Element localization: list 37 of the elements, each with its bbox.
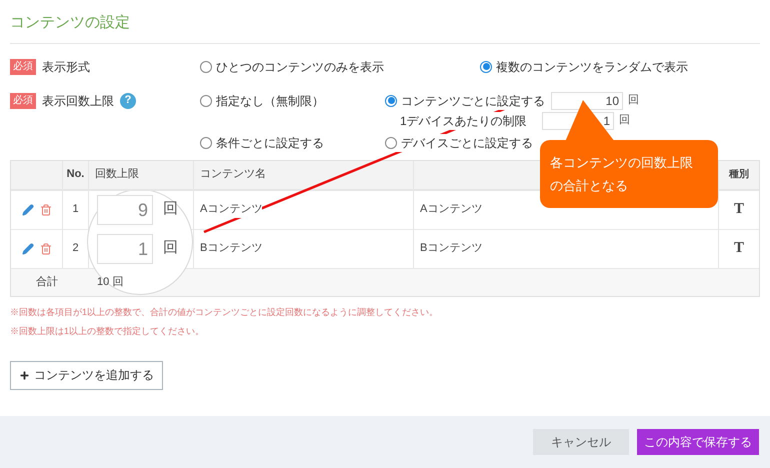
delete-icon[interactable] — [40, 242, 52, 254]
row-number: 2 — [63, 230, 89, 268]
radio-option[interactable]: デバイスごとに設定する — [385, 134, 533, 152]
field-label: 表示回数上限 — [42, 92, 114, 110]
page-title: コンテンツの設定 — [10, 12, 760, 44]
edit-icon[interactable] — [22, 204, 34, 216]
column-header: コンテンツ名 — [194, 160, 414, 188]
number-field[interactable]: 10 — [551, 92, 623, 110]
total-label: 合計 — [35, 274, 59, 290]
callout-text: 各コンテンツの回数上限 — [550, 154, 694, 172]
cancel-button[interactable]: キャンセル — [533, 429, 629, 455]
required-badge: 必須 — [10, 58, 36, 74]
unit-label: 回 — [163, 238, 178, 258]
unit-label: 回 — [628, 93, 639, 108]
number-field[interactable]: 1 — [97, 234, 153, 264]
type-cell-text: T — [732, 239, 745, 258]
delete-icon[interactable] — [40, 204, 52, 216]
number-field[interactable]: 9 — [97, 194, 153, 224]
table-cell: Bコンテンツ — [414, 230, 719, 268]
add-content-button[interactable]: コンテンツを追加する — [10, 360, 163, 390]
required-badge: 必須 — [10, 92, 36, 108]
radio-option[interactable]: コンテンツごとに設定する — [385, 92, 545, 110]
note-text: ※回数上限は1以上の整数で指定してください。 — [10, 325, 206, 338]
type-cell-text: T — [732, 200, 745, 220]
save-button[interactable]: この内容で保存する — [637, 429, 759, 455]
table-cell: Aコンテンツ — [200, 201, 262, 218]
note-text: ※回数は各項目が1以上の整数で、合計の値がコンテンツごとに設定回数になるように調整してください。 — [10, 306, 440, 319]
row-number: 1 — [63, 190, 89, 228]
column-header: 種別 — [728, 168, 750, 182]
field-label: 表示形式 — [42, 58, 90, 76]
edit-icon[interactable] — [22, 242, 34, 254]
column-header: 回数上限 — [95, 167, 139, 182]
total-value: 10 回 — [96, 274, 124, 290]
unit-label: 回 — [163, 199, 178, 220]
unit-label: 回 — [619, 113, 630, 128]
column-header: No. — [63, 160, 89, 188]
plus-icon — [19, 370, 30, 380]
